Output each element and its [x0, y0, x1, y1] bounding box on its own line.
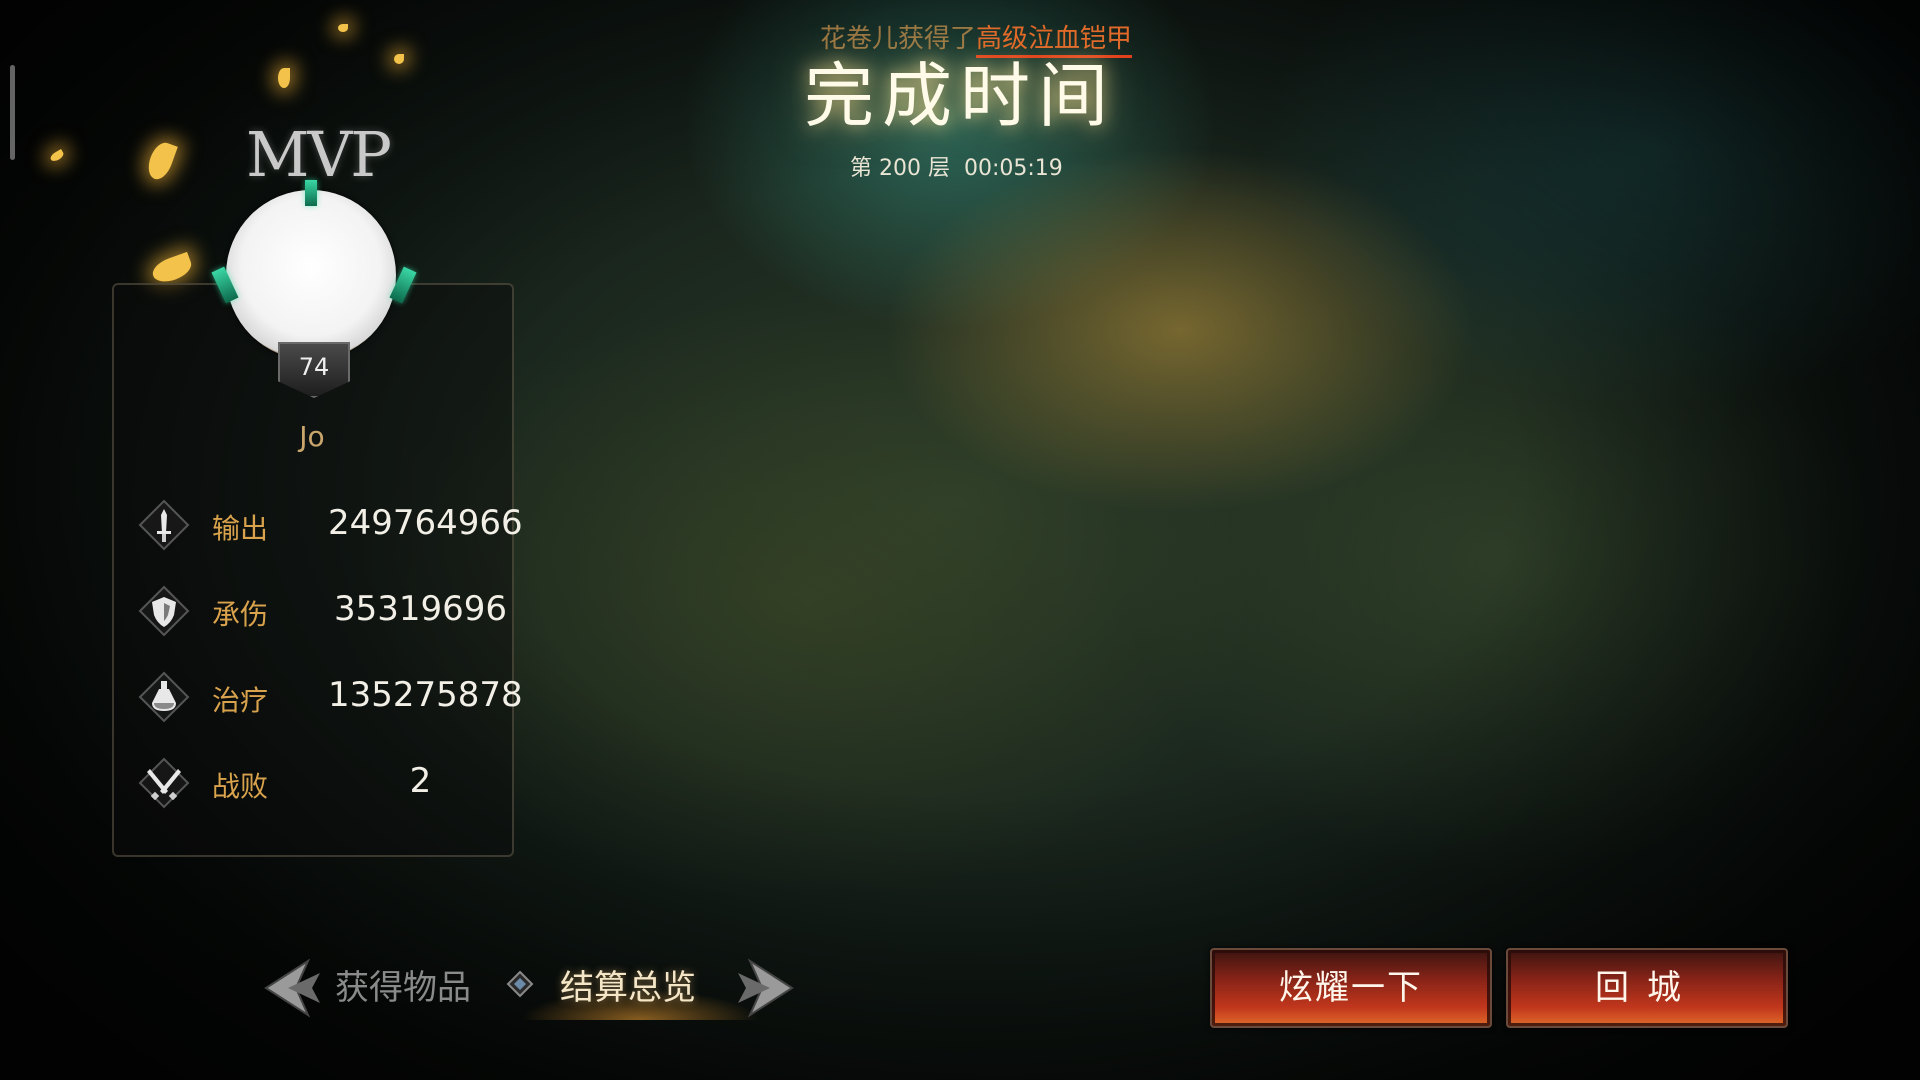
tab-obtained-items[interactable]: 获得物品: [335, 960, 471, 1009]
stat-label: 输出: [212, 512, 269, 545]
player-name: Jo: [299, 420, 325, 453]
shield-icon: [138, 585, 190, 637]
return-city-button[interactable]: 回城: [1506, 948, 1788, 1028]
sword-icon: [138, 499, 190, 551]
crossed-swords-icon: [138, 757, 190, 809]
tab-settlement-overview[interactable]: 结算总览: [560, 960, 696, 1009]
completion-time: 00:05:19: [963, 156, 1063, 181]
top-gem-icon: [305, 180, 317, 206]
stat-row-damage-taken: 承伤 35319696: [138, 583, 518, 643]
stat-value: 2: [409, 761, 432, 801]
stat-value: 135275878: [328, 675, 523, 715]
floor-label: 第 200 层: [850, 156, 950, 181]
stat-label: 承伤: [212, 598, 269, 631]
show-off-button[interactable]: 炫耀一下: [1210, 948, 1492, 1028]
mvp-label: MVP: [246, 118, 392, 191]
mvp-avatar[interactable]: [226, 190, 396, 360]
stat-value: 35319696: [333, 589, 508, 629]
prev-tab-arrow-icon[interactable]: [258, 953, 338, 1023]
ember-particle: [338, 24, 348, 32]
next-tab-arrow-icon[interactable]: [720, 953, 800, 1023]
stat-row-defeats: 战败 2: [138, 755, 518, 815]
floor-time-line: 第 200 层 00:05:19: [850, 150, 1063, 182]
stat-label: 治疗: [212, 684, 269, 717]
stat-label: 战败: [212, 770, 269, 803]
potion-icon: [138, 671, 190, 723]
stat-row-healing: 治疗 135275878: [138, 669, 523, 729]
stat-row-damage: 输出 249764966: [138, 497, 523, 557]
stat-value: 249764966: [328, 503, 523, 543]
